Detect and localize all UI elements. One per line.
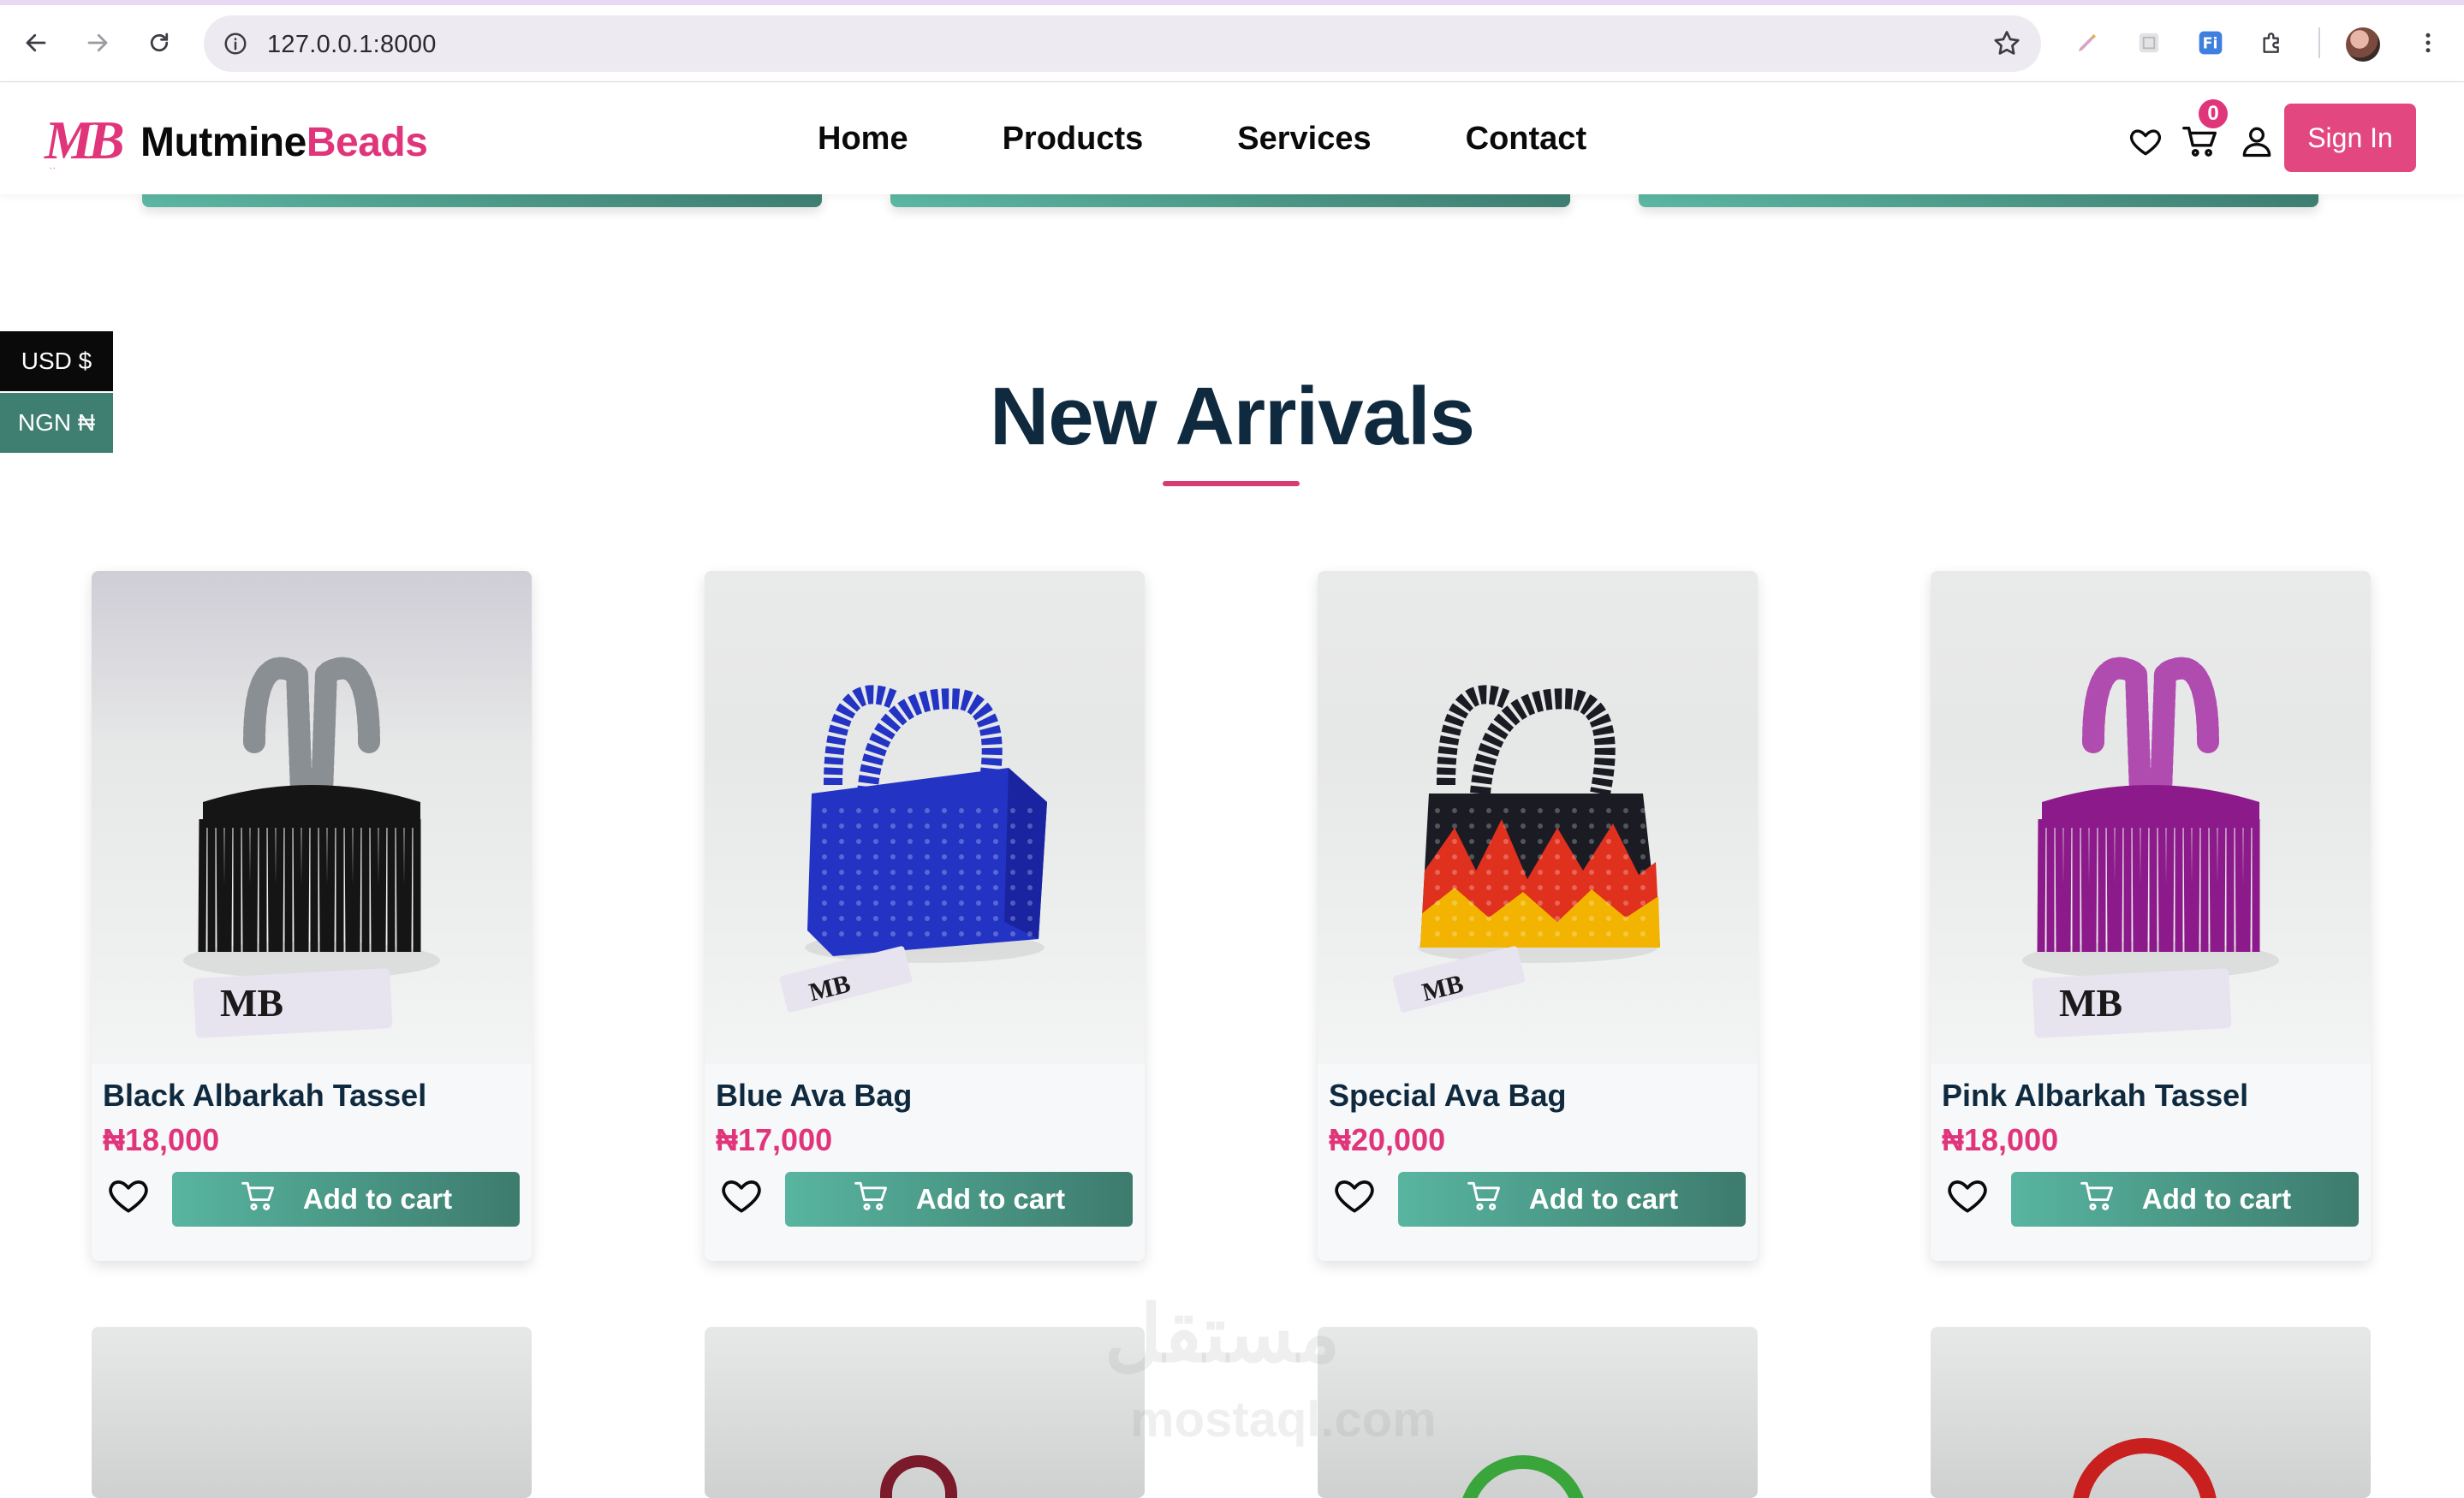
cart-icon: [853, 1177, 890, 1222]
nav-home[interactable]: Home: [818, 121, 908, 158]
add-to-cart-button[interactable]: Add to cart: [172, 1172, 520, 1227]
product-name[interactable]: Special Ava Bag: [1329, 1078, 1566, 1114]
forward-icon[interactable]: [77, 22, 118, 63]
product-image[interactable]: MB: [705, 571, 1145, 1064]
product-bag-shape: [880, 1455, 957, 1498]
wishlist-heart-icon[interactable]: [2125, 121, 2166, 162]
pen-extension-icon[interactable]: [2070, 26, 2104, 60]
sign-in-button[interactable]: Sign In: [2284, 104, 2416, 172]
logo-mark[interactable]: MB · ·: [45, 109, 125, 172]
product-card[interactable]: MB Blue Ava Bag ₦17,000 Add to cart: [705, 571, 1145, 1261]
product-card-image[interactable]: [1931, 1327, 2371, 1498]
add-to-wishlist-heart-icon[interactable]: [104, 1170, 153, 1220]
product-card[interactable]: MB Black Albarkah Tassel ₦18,000 Add to car…: [92, 571, 532, 1261]
logo-wordmark[interactable]: MutmineBeads: [140, 119, 428, 166]
watermark: مستقل: [1104, 1291, 1341, 1378]
bookmark-star-icon[interactable]: [1991, 28, 2022, 59]
add-to-cart-button[interactable]: Add to cart: [2011, 1172, 2359, 1227]
product-name[interactable]: Black Albarkah Tassel: [103, 1078, 426, 1114]
user-account-icon[interactable]: [2236, 121, 2277, 162]
product-image[interactable]: MB: [1318, 571, 1758, 1064]
watermark: mostaql.com: [1130, 1392, 1437, 1447]
add-to-wishlist-heart-icon[interactable]: [1943, 1170, 1992, 1220]
url-text: 127.0.0.1:8000: [267, 31, 437, 58]
product-card[interactable]: MB Pink Albarkah Tassel ₦18,000 Add to cart: [1931, 571, 2371, 1261]
section-title: New Arrivals: [989, 371, 1475, 462]
logo-word-main: Mutmine: [140, 120, 307, 165]
product-price: ₦17,000: [716, 1122, 833, 1157]
cart-icon: [240, 1177, 277, 1222]
logo-word-accent: Beads: [306, 120, 428, 165]
back-icon[interactable]: [15, 22, 57, 63]
product-price: ₦18,000: [1942, 1122, 2059, 1157]
main-nav: Home Products Services Contact: [818, 121, 1586, 158]
svg-text:MB: MB: [2059, 981, 2122, 1025]
grid-extension-icon[interactable]: [2132, 26, 2166, 60]
nav-products[interactable]: Products: [1003, 121, 1144, 158]
product-name[interactable]: Pink Albarkah Tassel: [1942, 1078, 2248, 1114]
title-underline: [1163, 481, 1300, 486]
cart-icon: [1466, 1177, 1503, 1222]
add-to-cart-label: Add to cart: [915, 1183, 1066, 1215]
product-bag-shape: [2072, 1438, 2217, 1498]
product-bag-shape: [1459, 1455, 1587, 1498]
toolbar-divider: [2318, 27, 2320, 58]
extensions-puzzle-icon[interactable]: [2255, 26, 2289, 60]
add-to-cart-label: Add to cart: [2141, 1183, 2292, 1215]
address-bar[interactable]: 127.0.0.1:8000: [204, 15, 2041, 72]
svg-text:Fi: Fi: [2203, 36, 2218, 53]
site-header: MB · · MutmineBeads Home Products Service…: [0, 83, 2464, 194]
add-to-cart-label: Add to cart: [302, 1183, 453, 1215]
add-to-cart-label: Add to cart: [1528, 1183, 1679, 1215]
add-to-cart-button[interactable]: Add to cart: [785, 1172, 1133, 1227]
product-card-image[interactable]: [705, 1327, 1145, 1498]
svg-text:MB: MB: [220, 981, 283, 1025]
product-price: ₦18,000: [103, 1122, 220, 1157]
product-image[interactable]: MB: [1931, 571, 2371, 1064]
nav-services[interactable]: Services: [1237, 121, 1371, 158]
logo-tagline: · ·: [50, 165, 56, 172]
product-card-image[interactable]: [92, 1327, 532, 1498]
nav-contact[interactable]: Contact: [1466, 121, 1586, 158]
add-to-wishlist-heart-icon[interactable]: [717, 1170, 766, 1220]
add-to-cart-button[interactable]: Add to cart: [1398, 1172, 1746, 1227]
reload-icon[interactable]: [139, 22, 180, 63]
product-card[interactable]: MB Special Ava Bag ₦20,000 Add to cart: [1318, 571, 1758, 1261]
more-menu-icon[interactable]: [2411, 26, 2445, 60]
cart-count-badge: 0: [2199, 99, 2228, 128]
cart-icon: [2079, 1177, 2116, 1222]
font-extension-icon[interactable]: Fi: [2193, 26, 2228, 60]
add-to-wishlist-heart-icon[interactable]: [1330, 1170, 1379, 1220]
product-image[interactable]: MB: [92, 571, 532, 1064]
site-info-icon[interactable]: [219, 27, 252, 60]
browser-toolbar: 127.0.0.1:8000 Fi: [0, 5, 2464, 82]
product-price: ₦20,000: [1329, 1122, 1446, 1157]
profile-avatar[interactable]: [2346, 27, 2380, 62]
product-name[interactable]: Blue Ava Bag: [716, 1078, 912, 1114]
